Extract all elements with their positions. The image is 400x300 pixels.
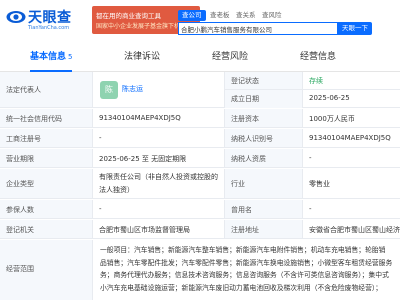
banner-line-2: 国家中小企业发展子基金旗下机构 xyxy=(96,23,187,30)
search-input[interactable] xyxy=(181,23,335,34)
insured-value: - xyxy=(99,205,102,213)
tab-operation-info[interactable]: 经营信息 xyxy=(300,44,336,71)
logo-subtext: TianYanCha.com xyxy=(28,25,70,31)
reg-status-label: 登记状态 xyxy=(231,77,259,85)
tab-basic-info-label: 基本信息 xyxy=(30,52,67,62)
taxpayer-id-value[interactable]: 91340104MAEP4XDJ5Q xyxy=(309,134,391,142)
scope-line: 务；商务代理代办服务；信息技术咨询服务；信息咨询服务（不含许可类信息咨询服务）；… xyxy=(100,271,389,279)
tab-legal[interactable]: 法律诉讼 xyxy=(124,44,160,71)
taxpayer-qual-value: - xyxy=(309,154,312,162)
scope-line: 一般项目：汽车销售；新能源汽车整车销售；新能源汽车电附件销售；机动车充电销售；轮… xyxy=(100,246,386,254)
scope-text: 一般项目：汽车销售；新能源汽车整车销售；新能源汽车电附件销售；机动车充电销售；轮… xyxy=(100,244,400,294)
term-label: 营业期限 xyxy=(6,155,34,163)
biz-reg-no-value: - xyxy=(99,134,102,142)
credit-code-label: 统一社会信用代码 xyxy=(6,115,62,123)
company-type-value-line2: 法人独资） xyxy=(99,186,134,194)
banner-line-1: 都在用的商业查询工具 xyxy=(96,12,161,20)
industry-value: 零售业 xyxy=(309,180,330,188)
header: 天眼查 TianYanCha.com 都在用的商业查询工具 国家中小企业发展子基… xyxy=(0,0,400,40)
table-row: 参保人数 - 曾用名 - xyxy=(0,200,400,219)
taxpayer-qual-label: 纳税人资质 xyxy=(231,155,266,163)
table-row: 营业期限 2025-06-25 至 无固定期限 纳税人资质 - xyxy=(0,149,400,168)
table-row: 工商注册号 - 纳税人识别号 91340104MAEP4XDJ5Q xyxy=(0,129,400,148)
company-type-label: 企业类型 xyxy=(6,180,34,188)
table-row: 法定代表人 陈 陈志运 登记状态 存续 成立日期 2025-06-25 xyxy=(0,72,400,108)
biz-reg-no-label: 工商注册号 xyxy=(6,135,41,143)
logo-text: 天眼查 xyxy=(28,10,72,26)
established-label: 成立日期 xyxy=(231,95,259,103)
reg-status-value: 存续 xyxy=(309,77,323,85)
scope-label: 经营范围 xyxy=(6,265,34,273)
tab-basic-info[interactable]: 基本信息 5 xyxy=(30,44,73,72)
scope-line: 品销售；汽车零配件批发；汽车零配件零售；新能源汽车换电设施销售；小微型客车租赁经… xyxy=(100,258,393,267)
main-tabs: 基本信息 5 法律诉讼 经营风险 经营信息 xyxy=(0,44,400,72)
tianyancha-logo[interactable]: 天眼查 TianYanCha.com xyxy=(6,7,86,33)
industry-label: 行业 xyxy=(231,180,245,188)
search-box xyxy=(178,22,338,35)
table-row: 统一社会信用代码 91340104MAEP4XDJ5Q 注册资本 1000万人民… xyxy=(0,109,400,128)
term-value: 2025-06-25 至 无固定期限 xyxy=(99,155,187,163)
address-value: 安徽省合肥市蜀山区蜀山经济 xyxy=(309,226,400,234)
search-tab-company[interactable]: 查公司 xyxy=(178,10,206,21)
reg-capital-label: 注册资本 xyxy=(231,115,259,123)
eye-logo-icon xyxy=(6,11,26,23)
insured-label: 参保人数 xyxy=(6,206,34,214)
authority-value: 合肥市蜀山区市场监督管理局 xyxy=(99,226,190,234)
table-row: 经营范围 一般项目：汽车销售；新能源汽车整车销售；新能源汽车电附件销售；机动车充… xyxy=(0,240,400,300)
table-row: 登记机关 合肥市蜀山区市场监督管理局 注册地址 安徽省合肥市蜀山区蜀山经济 xyxy=(0,220,400,239)
company-type-value-line1: 有限责任公司（非自然人投资或控股的 xyxy=(99,173,218,181)
reg-capital-value: 1000万人民币 xyxy=(309,115,355,123)
search-tab-relation[interactable]: 查关系 xyxy=(234,10,258,21)
tab-operation-risk[interactable]: 经营风险 xyxy=(212,44,248,71)
authority-label: 登记机关 xyxy=(6,226,34,234)
taxpayer-id-label: 纳税人识别号 xyxy=(231,135,273,143)
legal-rep-avatar[interactable]: 陈 xyxy=(100,81,118,99)
credit-code-value[interactable]: 91340104MAEP4XDJ5Q xyxy=(99,114,181,122)
search-tab-boss[interactable]: 查老板 xyxy=(208,10,232,21)
established-value: 2025-06-25 xyxy=(309,94,350,102)
former-name-value: - xyxy=(309,205,312,213)
table-row: 企业类型 有限责任公司（非自然人投资或控股的 法人独资） 行业 零售业 xyxy=(0,169,400,199)
address-label: 注册地址 xyxy=(231,226,259,234)
tab-basic-info-count: 5 xyxy=(68,53,73,61)
search-button[interactable]: 天眼一下 xyxy=(338,22,372,35)
search-tab-risk[interactable]: 查风险 xyxy=(260,10,284,21)
legal-rep-label: 法定代表人 xyxy=(6,86,41,94)
former-name-label: 曾用名 xyxy=(231,206,252,214)
scope-line: 小汽车充电基础设施运营；新能源汽车废旧动力蓄电池回收及梯次利用（不含危险废物经营… xyxy=(100,283,383,292)
legal-rep-name-link[interactable]: 陈志运 xyxy=(122,84,143,94)
